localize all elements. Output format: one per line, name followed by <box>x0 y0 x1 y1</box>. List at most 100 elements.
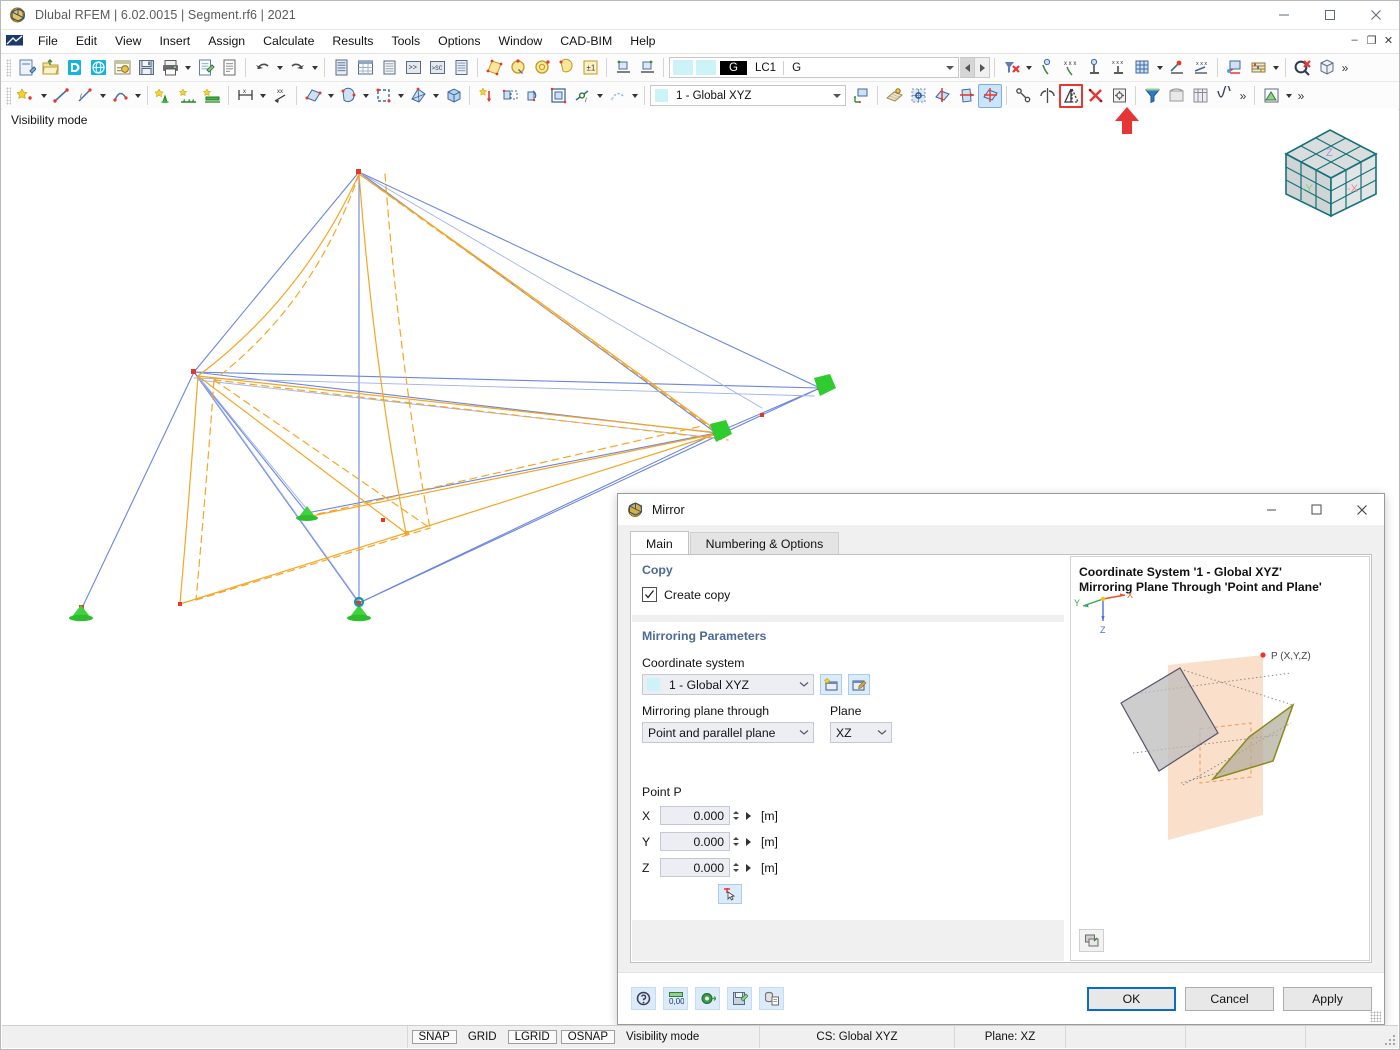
render-box-icon[interactable]: ±1 <box>578 56 602 80</box>
window-minimize-button[interactable] <box>1261 1 1307 29</box>
results-dropdown-caret[interactable] <box>1283 84 1294 108</box>
point-z-stepper[interactable] <box>730 858 741 877</box>
navigation-cube[interactable]: -Y -X Z <box>1272 118 1390 228</box>
new-surface-icon[interactable] <box>301 84 325 108</box>
new-polyline-icon[interactable] <box>108 84 132 108</box>
new-coordinate-system-icon[interactable] <box>820 674 842 695</box>
abacus-dropdown-caret[interactable] <box>1270 56 1281 80</box>
mirror-dialog-maximize-button[interactable] <box>1294 494 1339 525</box>
new-opening-dropdown-caret[interactable] <box>395 84 406 108</box>
scale-icon[interactable] <box>546 84 570 108</box>
mdi-close-button[interactable]: ✕ <box>1380 31 1397 49</box>
snap-point-icon[interactable] <box>611 56 635 80</box>
menu-item-window[interactable]: Window <box>490 31 552 52</box>
section-cut-icon[interactable] <box>1165 56 1189 80</box>
cs-dropdown-caret[interactable] <box>829 86 845 105</box>
preview-settings-icon[interactable] <box>1079 929 1104 952</box>
ok-button[interactable]: OK <box>1087 986 1176 1011</box>
toolbar-row2-overflow-button[interactable]: » <box>1236 84 1250 108</box>
menu-item-file[interactable]: File <box>29 31 67 52</box>
new-mesh-dropdown-caret[interactable] <box>430 84 441 108</box>
curve-icon[interactable] <box>1212 84 1236 108</box>
new-surface-dropdown-caret[interactable] <box>325 84 336 108</box>
load-case-combo[interactable]: G LC1 G <box>669 57 959 78</box>
dimension-x-icon[interactable]: x <box>233 84 257 108</box>
point-x-expand-icon[interactable] <box>741 806 755 825</box>
ucs-origin-icon[interactable] <box>849 84 873 108</box>
edit-coordinate-system-icon[interactable] <box>848 674 870 695</box>
point-y-input[interactable]: 0.000 <box>660 832 730 851</box>
new-arc-icon[interactable]: I <box>73 84 97 108</box>
line-support-icon[interactable] <box>176 84 200 108</box>
dimension-x-dropdown-caret[interactable] <box>257 84 268 108</box>
render-global-icon[interactable] <box>530 56 554 80</box>
load-case-prev-button[interactable] <box>960 57 975 78</box>
status-toggle-osnap[interactable]: OSNAP <box>560 1030 615 1044</box>
status-toggle-grid[interactable]: GRID <box>461 1030 504 1044</box>
settings-box-icon[interactable] <box>1107 84 1131 108</box>
render-node-icon[interactable] <box>506 56 530 80</box>
symmetry-icon[interactable] <box>1035 84 1059 108</box>
menu-item-options[interactable]: Options <box>429 31 489 52</box>
menu-item-calculate[interactable]: Calculate <box>254 31 323 52</box>
clip-icon[interactable] <box>1164 84 1188 108</box>
member-hinge-icon[interactable]: I <box>570 84 594 108</box>
dlubal-center-icon[interactable] <box>62 56 86 80</box>
create-copy-checkbox[interactable] <box>642 587 657 602</box>
new-node-dropdown-caret[interactable] <box>38 84 49 108</box>
view-render-icon[interactable] <box>1222 56 1246 80</box>
cancel-button[interactable]: Cancel <box>1185 986 1274 1011</box>
coordinate-system-chevron-down-icon[interactable] <box>795 681 813 688</box>
menu-item-view[interactable]: View <box>106 31 150 52</box>
filter-icon[interactable] <box>1140 84 1164 108</box>
plane-through-chevron-down-icon[interactable] <box>795 729 813 736</box>
save-defaults-icon[interactable] <box>727 987 752 1010</box>
pick-point-icon[interactable] <box>718 884 742 904</box>
grid-solid-icon[interactable] <box>1130 56 1154 80</box>
menu-item-help[interactable]: Help <box>621 31 664 52</box>
chain-icon[interactable] <box>1011 84 1035 108</box>
node-single-icon[interactable] <box>1034 56 1058 80</box>
new-polyline-dropdown-caret[interactable] <box>132 84 143 108</box>
new-mesh-icon[interactable] <box>406 84 430 108</box>
mdi-restore-button[interactable]: ❐ <box>1363 31 1380 49</box>
undo-dropdown-caret[interactable] <box>274 56 285 80</box>
member-support-icon[interactable] <box>200 84 224 108</box>
plane-chevron-down-icon[interactable] <box>873 729 891 736</box>
mirror-dialog-close-button[interactable] <box>1339 494 1384 525</box>
menu-item-tools[interactable]: Tools <box>382 31 429 52</box>
plane-xy-icon[interactable] <box>930 84 954 108</box>
bounding-box-icon[interactable] <box>1314 56 1338 80</box>
select-node-icon[interactable] <box>1082 56 1106 80</box>
dimension-xx-icon[interactable]: xx <box>268 84 292 108</box>
node-xxx-icon[interactable]: x x x <box>1058 56 1082 80</box>
window-maximize-button[interactable] <box>1307 1 1353 29</box>
model-info-icon[interactable] <box>110 56 134 80</box>
mirror-icon[interactable] <box>1059 83 1083 108</box>
table-view-icon[interactable] <box>1188 84 1212 108</box>
clear-selection-icon[interactable] <box>1290 56 1314 80</box>
point-y-expand-icon[interactable] <box>741 832 755 851</box>
status-toggle-snap[interactable]: SNAP <box>411 1030 457 1044</box>
misc-icon[interactable] <box>605 84 629 108</box>
point-x-stepper[interactable] <box>730 806 741 825</box>
redo-dropdown-caret[interactable] <box>309 56 320 80</box>
undo-icon[interactable] <box>250 56 274 80</box>
move-icon[interactable] <box>498 84 522 108</box>
load-icon[interactable] <box>474 84 498 108</box>
mdi-minimize-button[interactable]: – <box>1346 31 1363 49</box>
status-toggle-lgrid[interactable]: LGRID <box>507 1030 557 1044</box>
menu-item-results[interactable]: Results <box>323 31 382 52</box>
decimal-places-icon[interactable]: 0,00 <box>663 987 688 1010</box>
point-z-expand-icon[interactable] <box>741 858 755 877</box>
section-xxx-icon[interactable]: x x x <box>1189 56 1213 80</box>
mirroring-plane-through-select[interactable]: Point and parallel plane <box>642 722 814 743</box>
navigator-icon[interactable] <box>329 56 353 80</box>
printout-report-icon[interactable] <box>193 56 217 80</box>
coordinate-system-select[interactable]: 1 - Global XYZ <box>642 674 814 695</box>
point-y-stepper[interactable] <box>730 832 741 851</box>
new-solid-dropdown-caret[interactable] <box>360 84 371 108</box>
print-icon[interactable] <box>158 56 182 80</box>
details-icon[interactable] <box>759 987 784 1010</box>
abacus-icon[interactable] <box>1246 56 1270 80</box>
